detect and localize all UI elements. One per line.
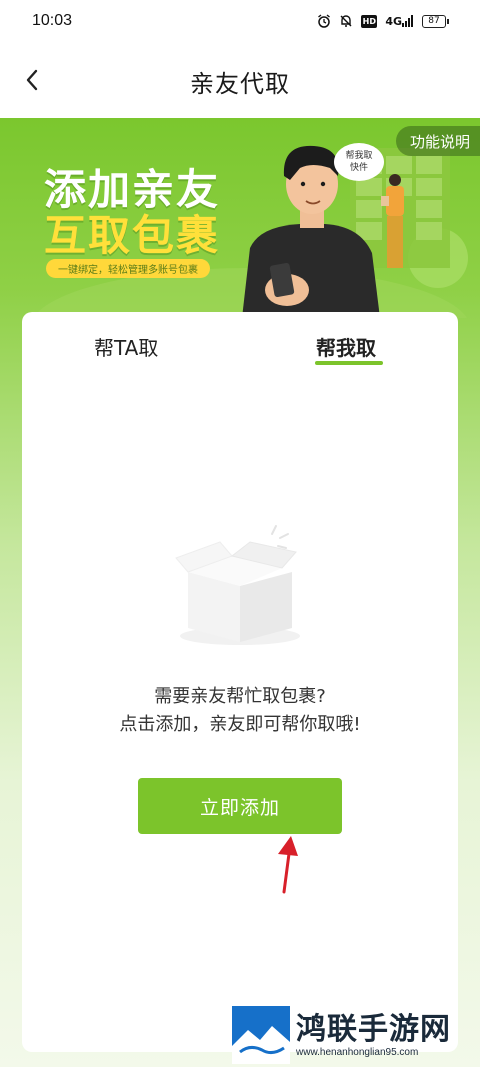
mute-icon — [339, 14, 353, 28]
annotation-arrow-icon — [278, 836, 298, 894]
empty-state-line2: 点击添加，亲友即可帮你取哦! — [119, 714, 361, 735]
status-icons: HD 4G 87 — [317, 14, 449, 28]
watermark-logo-icon — [232, 1006, 290, 1064]
active-tab-indicator — [315, 361, 383, 365]
tab-help-them-pickup[interactable]: 帮TA取 — [94, 332, 158, 361]
banner-title-line2: 互取包裹 — [44, 211, 221, 260]
speech-line2: 快件 — [349, 163, 368, 173]
watermark-name: 鸿联手游网 — [296, 1011, 451, 1047]
navigation-bar: 亲友代取 — [0, 42, 480, 120]
speech-bubble: 帮我取 快件 — [334, 143, 384, 181]
add-now-button[interactable]: 立即添加 — [138, 778, 342, 834]
tab-help-me-pickup[interactable]: 帮我取 — [316, 332, 376, 361]
empty-box-icon — [175, 525, 300, 645]
empty-state-line1: 需要亲友帮忙取包裹? — [154, 686, 326, 707]
site-watermark: 鸿联手游网 www.henanhonglian95.com — [232, 1006, 474, 1064]
battery-icon: 87 — [422, 14, 449, 28]
signal-label: 4G — [385, 14, 402, 28]
banner-subtitle: 一键绑定，轻松管理多账号包裹 — [46, 259, 210, 278]
status-bar: 10:03 HD 4G 87 — [0, 0, 480, 42]
chevron-left-icon — [26, 69, 38, 91]
page-title: 亲友代取 — [190, 69, 290, 98]
watermark-url: www.henanhonglian95.com — [296, 1046, 419, 1058]
alarm-icon — [317, 14, 331, 28]
hd-icon: HD — [361, 14, 378, 28]
main-card: 帮TA取 帮我取 需要亲友帮忙取包裹? 点击添加，亲友即可帮你取哦! 立即添加 — [22, 312, 458, 1052]
signal-4g-icon: 4G — [385, 15, 414, 28]
back-button[interactable] — [16, 64, 48, 96]
status-time: 10:03 — [32, 12, 73, 29]
speech-line1: 帮我取 — [345, 151, 373, 161]
function-description-button[interactable]: 功能说明 — [395, 126, 480, 156]
